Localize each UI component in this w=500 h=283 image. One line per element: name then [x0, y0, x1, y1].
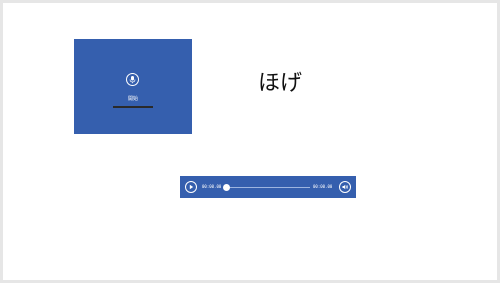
- seek-bar[interactable]: [223, 184, 310, 191]
- record-button[interactable]: [126, 73, 139, 86]
- microphone-icon: [129, 76, 136, 84]
- volume-icon: [342, 184, 348, 190]
- audio-level-bar: [113, 106, 153, 108]
- total-time: 00:00.00: [313, 184, 333, 189]
- audio-player: 00:00.00 00:00.00: [180, 176, 356, 198]
- record-panel[interactable]: 開始: [74, 39, 192, 134]
- current-time: 00:00.00: [202, 184, 222, 189]
- play-button[interactable]: [185, 181, 197, 193]
- seek-thumb[interactable]: [223, 184, 230, 191]
- slide-canvas: 開始 ほげ 00:00.00 00:00.00: [3, 3, 497, 280]
- play-icon: [189, 184, 194, 190]
- record-label: 開始: [127, 96, 138, 102]
- slide-heading: ほげ: [258, 71, 303, 96]
- volume-button[interactable]: [339, 181, 351, 193]
